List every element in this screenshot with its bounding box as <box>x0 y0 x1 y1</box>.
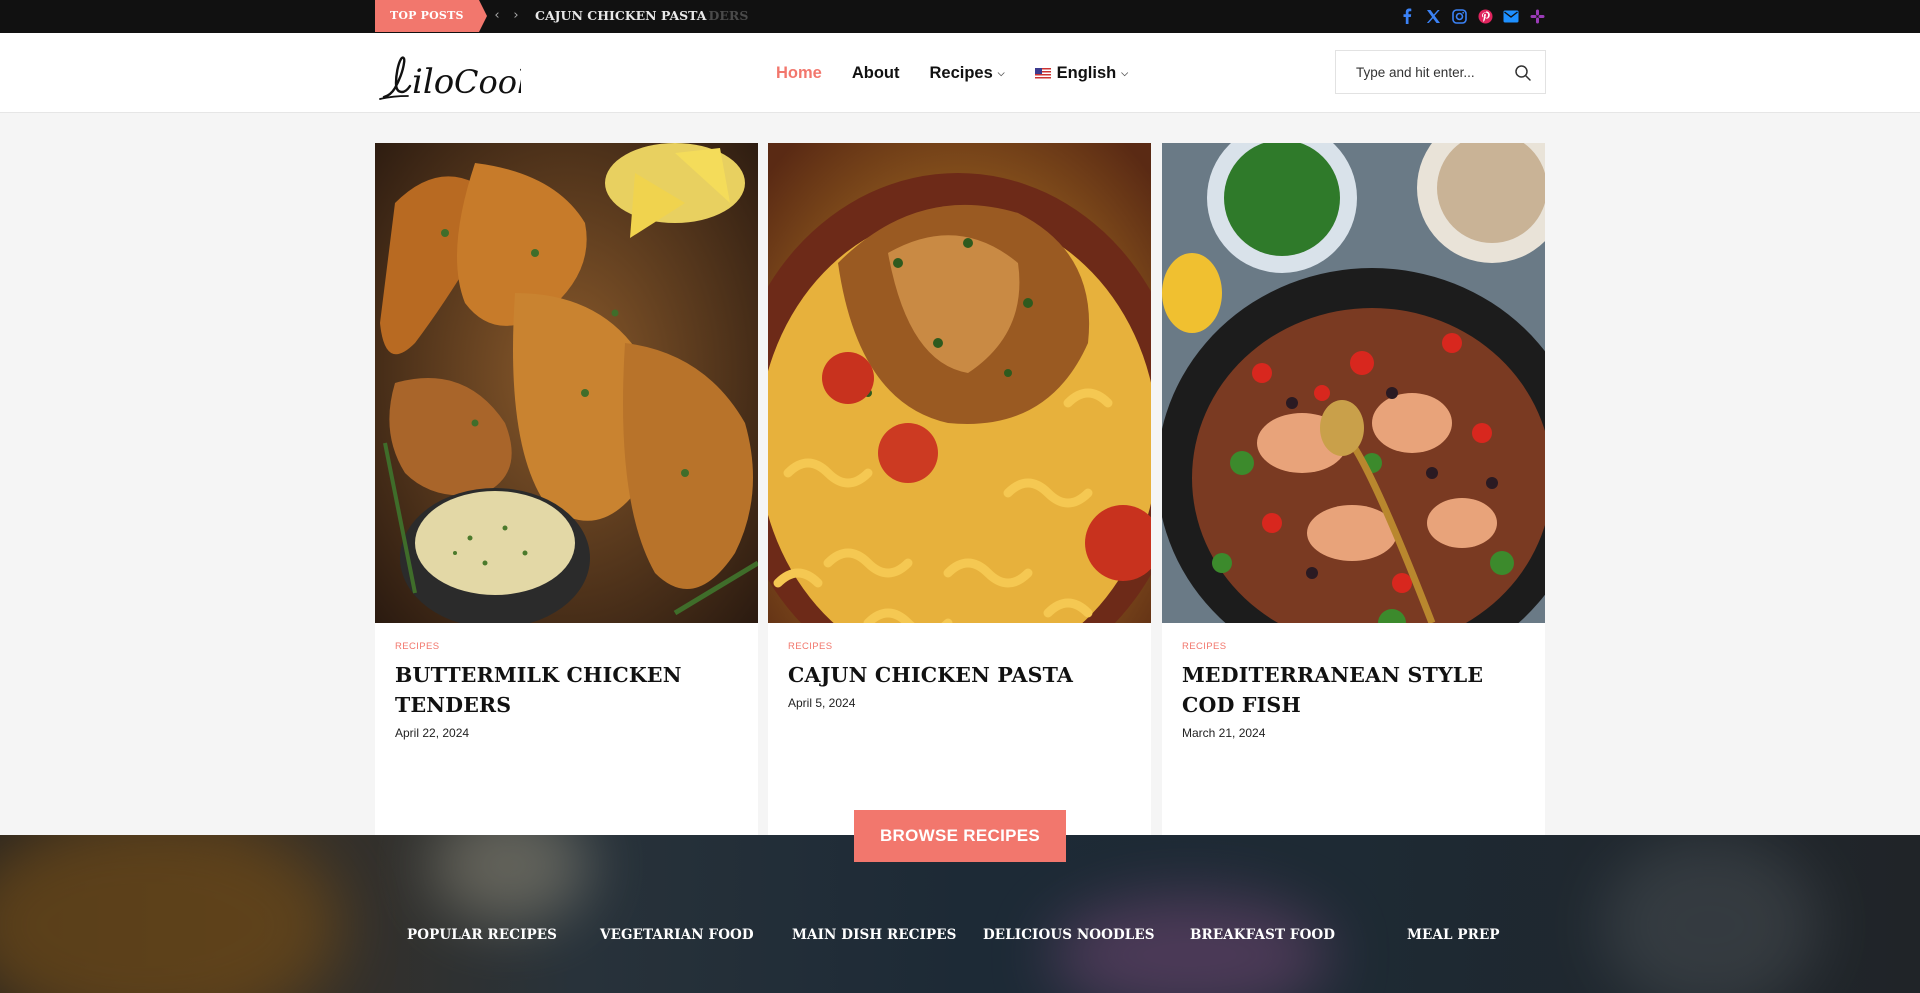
chevron-right-icon: › <box>513 8 519 23</box>
category-link-noodles[interactable]: DELICIOUS NOODLES <box>983 927 1155 943</box>
search-input[interactable] <box>1336 51 1506 93</box>
slack-icon[interactable] <box>1528 7 1546 25</box>
ticker-current-title[interactable]: CAJUN CHICKEN PASTA <box>535 0 709 32</box>
ticker: EN TENDERS CAJUN CHICKEN PASTA <box>535 0 775 32</box>
card-body: RECIPES MEDITERRANEAN STYLE COD FISH Mar… <box>1162 623 1522 740</box>
search-box <box>1335 50 1546 94</box>
category-link-main-dish[interactable]: MAIN DISH RECIPES <box>792 927 956 943</box>
svg-text:ilo: ilo <box>412 62 454 102</box>
email-icon[interactable] <box>1502 7 1520 25</box>
recipe-image-chicken-tenders[interactable] <box>375 143 758 653</box>
search-icon[interactable] <box>1513 63 1533 83</box>
ticker-prev-button[interactable]: ‹ <box>489 7 505 25</box>
card-body: RECIPES CAJUN CHICKEN PASTA April 5, 202… <box>768 623 1128 710</box>
nav-item-label: English <box>1056 63 1117 82</box>
card-date: March 21, 2024 <box>1182 726 1266 740</box>
chevron-left-icon: ‹ <box>494 8 500 23</box>
nav-item-home[interactable]: Home <box>776 64 822 83</box>
recipe-image-cajun-pasta[interactable] <box>768 143 1151 653</box>
card-category[interactable]: RECIPES <box>1182 641 1502 652</box>
card-body: RECIPES BUTTERMILK CHICKEN TENDERS April… <box>375 623 735 740</box>
background-blur <box>1600 835 1820 993</box>
ticker-next-button[interactable]: › <box>508 7 524 25</box>
svg-text:Cook: Cook <box>454 63 521 101</box>
card-title[interactable]: BUTTERMILK CHICKEN TENDERS <box>395 660 715 720</box>
background-blur <box>430 835 590 925</box>
card-date: April 5, 2024 <box>788 696 856 710</box>
card-category[interactable]: RECIPES <box>395 641 715 652</box>
us-flag-icon <box>1034 67 1051 79</box>
category-link-vegetarian[interactable]: VEGETARIAN FOOD <box>600 927 754 943</box>
instagram-icon[interactable] <box>1450 7 1468 25</box>
nav-item-label: Recipes <box>929 63 993 82</box>
nav-item-about[interactable]: About <box>852 64 900 83</box>
background-blur <box>0 835 340 993</box>
browse-recipes-button[interactable]: BROWSE RECIPES <box>854 810 1066 862</box>
category-link-popular[interactable]: POPULAR RECIPES <box>407 927 557 943</box>
category-link-breakfast[interactable]: BREAKFAST FOOD <box>1190 927 1335 943</box>
site-header: ilo Cook liloCook Home About Recipes ⌵ E… <box>0 33 1920 113</box>
category-links: POPULAR RECIPES VEGETARIAN FOOD MAIN DIS… <box>0 927 1920 957</box>
pinterest-icon[interactable] <box>1476 7 1494 25</box>
top-bar: TOP POSTS ‹ › EN TENDERS CAJUN CHICKEN P… <box>0 0 1920 33</box>
card-date: April 22, 2024 <box>395 726 470 740</box>
recipe-image-cod-fish[interactable] <box>1162 143 1545 653</box>
nav-item-label: Home <box>776 63 822 82</box>
x-icon[interactable] <box>1424 7 1442 25</box>
chevron-down-icon: ⌵ <box>1121 67 1129 78</box>
facebook-icon[interactable] <box>1398 7 1416 25</box>
nav-item-language[interactable]: English ⌵ <box>1034 63 1129 83</box>
chevron-down-icon: ⌵ <box>997 67 1005 78</box>
nav-item-recipes[interactable]: Recipes ⌵ <box>930 64 1005 83</box>
nav-item-label: About <box>851 63 900 82</box>
card-title[interactable]: MEDITERRANEAN STYLE COD FISH <box>1182 660 1502 720</box>
top-posts-badge: TOP POSTS <box>375 0 487 32</box>
social-links <box>1398 7 1546 25</box>
category-link-meal-prep[interactable]: MEAL PREP <box>1407 927 1500 943</box>
card-title[interactable]: CAJUN CHICKEN PASTA <box>788 660 1108 690</box>
card-category[interactable]: RECIPES <box>788 641 1108 652</box>
main-nav: Home About Recipes ⌵ English ⌵ <box>776 33 1158 113</box>
site-logo[interactable]: ilo Cook liloCook <box>376 43 536 103</box>
